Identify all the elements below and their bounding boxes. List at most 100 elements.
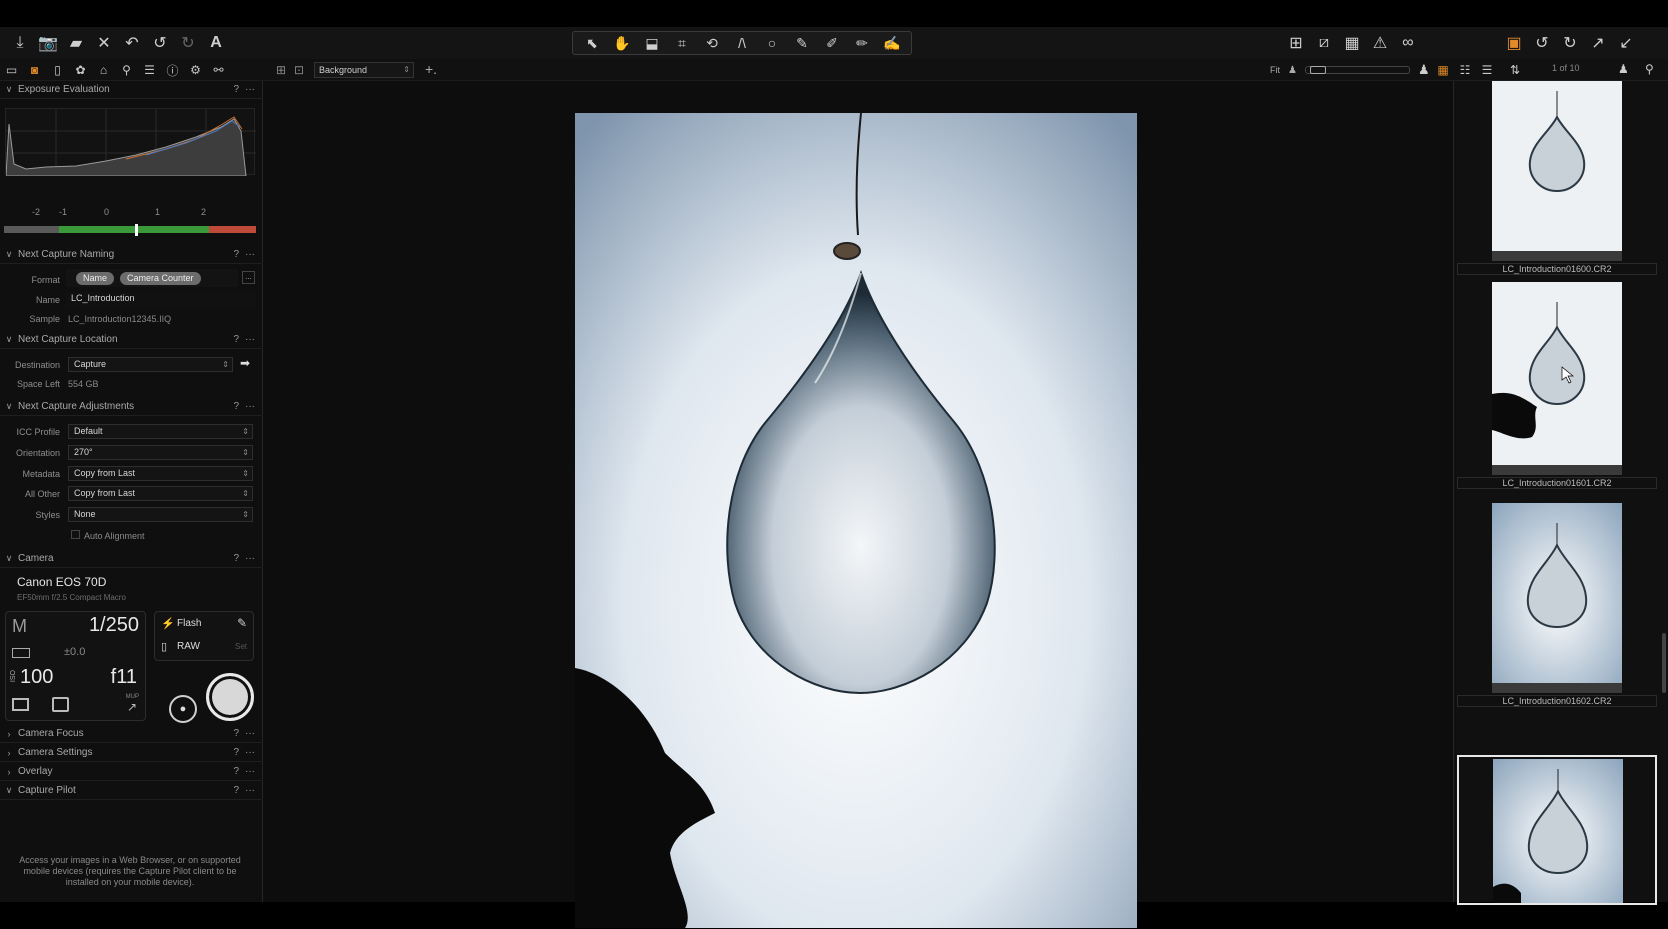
frame-icon[interactable] [52, 697, 69, 712]
single-shot-icon[interactable] [12, 698, 29, 711]
exposure-tab-icon[interactable]: ⌂ [92, 60, 115, 80]
help-icon[interactable]: ? [233, 401, 239, 412]
more-icon[interactable]: ··· [245, 553, 255, 564]
orientation-select[interactable]: 270° ⇕ [68, 445, 253, 460]
lens-tab-icon[interactable]: ▯ [46, 60, 69, 80]
crop-icon[interactable]: ⌗ [667, 32, 697, 54]
color-tab-icon[interactable]: ✿ [69, 60, 92, 80]
metadata-tab-icon[interactable]: ⓘ [161, 60, 184, 80]
batch-tab-icon[interactable]: ⚯ [207, 60, 230, 80]
auto-alignment-checkbox[interactable] [71, 530, 80, 539]
thumbnail-image[interactable] [1492, 282, 1622, 465]
icc-profile-select[interactable]: Default ⇕ [68, 424, 253, 439]
help-icon[interactable]: ? [233, 766, 239, 777]
sort-icon[interactable]: ⇅ [1504, 60, 1526, 80]
annotate-icon[interactable]: ✍ [877, 32, 907, 54]
camera-settings-header[interactable]: › Camera Settings ? ··· [0, 744, 263, 762]
thumbnail-view-icon[interactable]: ▦ [1432, 60, 1454, 80]
capture-pilot-header[interactable]: ∨ Capture Pilot ? ··· [0, 782, 263, 800]
shutter-speed[interactable]: 1/250 [89, 614, 139, 637]
eyedropper-icon[interactable]: ✎ [237, 616, 247, 630]
more-icon[interactable]: ··· [245, 766, 255, 777]
help-icon[interactable]: ? [233, 249, 239, 260]
edit-view-icon[interactable]: ⧄ [1310, 31, 1338, 55]
picker-icon[interactable]: ✎ [787, 32, 817, 54]
next-capture-location-header[interactable]: ∨ Next Capture Location ? ··· [0, 331, 263, 349]
exposure-evaluation-header[interactable]: ∨ Exposure Evaluation ? ··· [0, 81, 263, 99]
more-icon[interactable]: ··· [245, 249, 255, 260]
single-view-icon[interactable]: ⊡ [290, 60, 308, 80]
live-view-icon[interactable]: ● [169, 695, 197, 723]
edit-all-icon[interactable]: ▣ [1500, 31, 1528, 55]
camera-focus-header[interactable]: › Camera Focus ? ··· [0, 725, 263, 743]
rotate-right-icon[interactable]: ↻ [1556, 31, 1584, 55]
thumbnail-image[interactable] [1493, 759, 1623, 903]
capture-tab-icon[interactable]: ◙ [23, 60, 46, 80]
add-layer-icon[interactable]: +. [425, 61, 437, 77]
camera-header[interactable]: ∨ Camera ? ··· [0, 550, 263, 568]
pan-hand-icon[interactable]: ✋ [607, 32, 637, 54]
rotate-icon[interactable]: ⟲ [697, 32, 727, 54]
redo-icon[interactable]: ↻ [174, 31, 202, 55]
selected-thumbnail-frame[interactable] [1457, 755, 1657, 905]
next-capture-adjustments-header[interactable]: ∨ Next Capture Adjustments ? ··· [0, 398, 263, 416]
browser-scrollbar[interactable] [1662, 633, 1666, 693]
expand-icon[interactable]: ↗ [1584, 31, 1612, 55]
format-token-counter[interactable]: Camera Counter [120, 272, 201, 285]
destination-select[interactable]: Capture ⇕ [68, 357, 233, 372]
grid-overlay-icon[interactable]: ▦ [1338, 31, 1366, 55]
metadata-select[interactable]: Copy from Last ⇕ [68, 466, 253, 481]
multi-view-icon[interactable]: ⊞ [272, 60, 290, 80]
zoom-slider-knob[interactable] [1309, 66, 1326, 74]
adjustments-tab-icon[interactable]: ☰ [138, 60, 161, 80]
list-view-icon[interactable]: ☷ [1454, 60, 1476, 80]
details-tab-icon[interactable]: ⚲ [115, 60, 138, 80]
more-icon[interactable]: ··· [245, 401, 255, 412]
exposure-compensation[interactable]: ±0.0 [64, 646, 85, 658]
more-icon[interactable]: ··· [245, 84, 255, 95]
more-icon[interactable]: ··· [245, 334, 255, 345]
rotate-left-icon[interactable]: ↺ [1528, 31, 1556, 55]
select-cursor-icon[interactable]: ⬉ [577, 32, 607, 54]
thumbnail-rating-strip[interactable] [1492, 683, 1622, 693]
mask-brush-icon[interactable]: ✐ [817, 32, 847, 54]
capture-button[interactable] [206, 673, 254, 721]
proof-glasses-icon[interactable]: ∞ [1394, 31, 1422, 55]
delete-icon[interactable]: ✕ [90, 31, 118, 55]
format-token-field[interactable]: Name Camera Counter [66, 269, 238, 287]
search-icon[interactable]: ⚲ [1645, 62, 1654, 76]
collapse-icon[interactable]: ↙ [1612, 31, 1640, 55]
all-other-select[interactable]: Copy from Last ⇕ [68, 486, 253, 501]
help-icon[interactable]: ? [233, 84, 239, 95]
spot-removal-icon[interactable]: ○ [757, 32, 787, 54]
camera-name[interactable]: Canon EOS 70D [17, 575, 106, 589]
overlay-header[interactable]: › Overlay ? ··· [0, 763, 263, 781]
more-icon[interactable]: ··· [245, 747, 255, 758]
shooting-mode[interactable]: M [12, 616, 27, 637]
mirror-lockup-icon[interactable]: ↗ [127, 700, 137, 714]
aperture-value[interactable]: f11 [111, 666, 137, 689]
undo-history-icon[interactable]: ↶ [118, 31, 146, 55]
flash-label[interactable]: Flash [177, 618, 201, 629]
undo-icon[interactable]: ↺ [146, 31, 174, 55]
styles-select[interactable]: None ⇕ [68, 507, 253, 522]
help-icon[interactable]: ? [233, 553, 239, 564]
format-token-name[interactable]: Name [76, 272, 115, 285]
layer-select[interactable]: Background ⇕ [314, 62, 414, 78]
file-format-label[interactable]: RAW [177, 641, 200, 652]
library-tab-icon[interactable]: ▭ [0, 60, 23, 80]
help-icon[interactable]: ? [233, 785, 239, 796]
capture-icon[interactable]: 📷 [34, 31, 62, 55]
main-image[interactable] [575, 113, 1137, 928]
help-icon[interactable]: ? [233, 334, 239, 345]
help-icon[interactable]: ? [233, 747, 239, 758]
output-tab-icon[interactable]: ⚙ [184, 60, 207, 80]
thumbnail-image[interactable] [1492, 81, 1622, 251]
name-input[interactable]: LC_Introduction [66, 292, 256, 307]
thumbnail-image[interactable] [1492, 503, 1622, 683]
more-icon[interactable]: ··· [245, 728, 255, 739]
loupe-icon[interactable]: ⬓ [637, 32, 667, 54]
image-viewer[interactable] [264, 81, 1453, 928]
person-icon[interactable]: ♟ [1618, 62, 1629, 76]
iso-value[interactable]: 100 [20, 666, 53, 689]
